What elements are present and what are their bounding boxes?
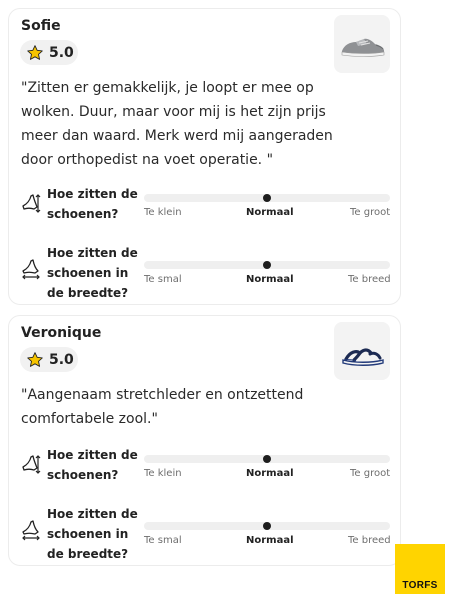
- length-fit-icon: [21, 453, 41, 475]
- sneaker-icon: [341, 38, 385, 57]
- star-icon: [27, 351, 43, 367]
- width-fit-icon: [21, 259, 41, 281]
- fit-scale-track: [144, 261, 390, 269]
- fit-question: Hoe zitten de schoenen?: [47, 448, 138, 482]
- fit-max-label: Te groot: [350, 207, 391, 218]
- fit-question: Hoe zitten de schoenen in de breedte?: [47, 246, 138, 300]
- reviewer-name: Sofie: [21, 18, 61, 34]
- rating-score: 5.0: [49, 44, 74, 61]
- rating-badge: 5.0: [20, 347, 78, 372]
- fit-mid-label: Normaal: [246, 207, 294, 218]
- logo-text: TORFS: [402, 580, 438, 591]
- fit-scale-track: [144, 455, 390, 463]
- product-thumbnail[interactable]: [334, 322, 390, 380]
- review-card: Sofie 5.0 "Zitten er gemakkelijk, je loo…: [8, 8, 401, 305]
- fit-indicator: [263, 194, 271, 202]
- fit-mid-label: Normaal: [246, 274, 294, 285]
- fit-max-label: Te groot: [350, 468, 391, 479]
- width-fit-icon: [21, 520, 41, 542]
- fit-max-label: Te breed: [348, 274, 391, 285]
- torfs-logo[interactable]: TORFS: [395, 544, 445, 594]
- fit-scale-track: [144, 194, 390, 202]
- fit-mid-label: Normaal: [246, 468, 294, 479]
- fit-min-label: Te klein: [144, 468, 182, 479]
- rating-badge: 5.0: [20, 40, 78, 65]
- fit-min-label: Te klein: [144, 207, 182, 218]
- review-text: "Zitten er gemakkelijk, je loopt er mee …: [21, 80, 333, 168]
- fit-min-label: Te smal: [144, 535, 182, 546]
- fit-max-label: Te breed: [348, 535, 391, 546]
- star-icon: [27, 44, 43, 60]
- fit-indicator: [263, 455, 271, 463]
- fit-question: Hoe zitten de schoenen in de breedte?: [47, 507, 138, 561]
- fit-min-label: Te smal: [144, 274, 182, 285]
- review-card: Veronique 5.0 "Aangenaam stretchleder en…: [8, 315, 401, 566]
- sandal-icon: [342, 348, 384, 366]
- fit-question: Hoe zitten de schoenen?: [47, 187, 138, 221]
- product-thumbnail[interactable]: [334, 15, 390, 73]
- rating-score: 5.0: [49, 351, 74, 368]
- fit-indicator: [263, 522, 271, 530]
- review-text: "Aangenaam stretchleder en ontzettend co…: [21, 387, 304, 427]
- fit-scale-track: [144, 522, 390, 530]
- length-fit-icon: [21, 192, 41, 214]
- reviewer-name: Veronique: [21, 325, 102, 341]
- fit-indicator: [263, 261, 271, 269]
- fit-mid-label: Normaal: [246, 535, 294, 546]
